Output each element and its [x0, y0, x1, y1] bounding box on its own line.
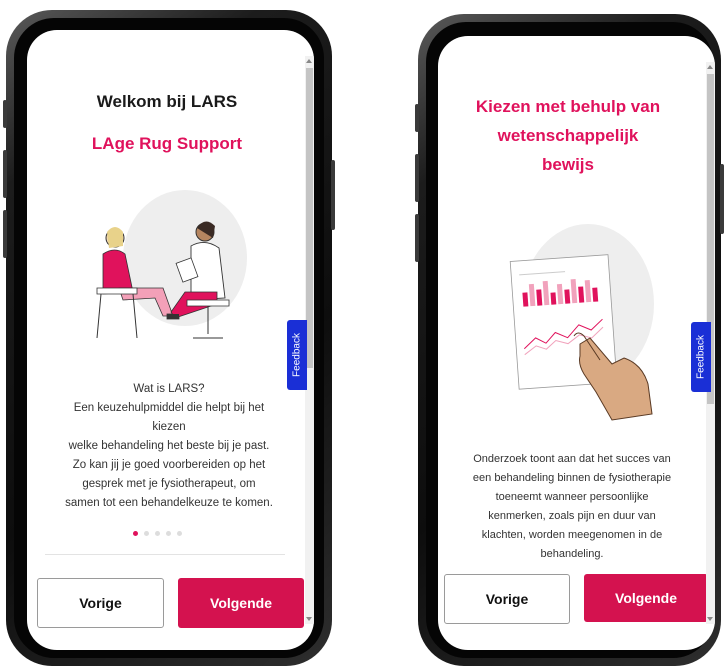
info-text-line: Onderzoek toont aan dat het succes van — [473, 453, 671, 465]
pagination-dot-active[interactable] — [133, 531, 138, 536]
phone-side-button — [3, 150, 7, 198]
page-title: Kiezen met behulp van wetenschappelijk b… — [438, 92, 698, 179]
phone-side-button — [415, 104, 419, 132]
prev-button[interactable]: Vorige — [444, 574, 570, 624]
scroll-down-arrow[interactable] — [707, 617, 713, 621]
next-button[interactable]: Volgende — [178, 578, 304, 628]
prev-button[interactable]: Vorige — [37, 578, 164, 628]
phone-side-button — [415, 154, 419, 202]
screen-right: Kiezen met behulp van wetenschappelijk b… — [438, 36, 715, 650]
phone-side-button — [3, 210, 7, 258]
info-text-line: klachten, worden meegenomen in de — [481, 529, 663, 541]
screen-left: Welkom bij LARS LAge Rug Support Wat is … — [27, 30, 314, 650]
consultation-illustration — [96, 190, 247, 339]
page-title: Welkom bij LARS — [96, 92, 238, 111]
phone-power-button — [331, 160, 335, 230]
intro-text-line: gesprek met je fysiotherapeut, om — [82, 478, 256, 490]
info-text-line: behandeling. — [540, 548, 604, 560]
divider — [45, 554, 285, 555]
feedback-tab[interactable]: Feedback — [691, 322, 711, 392]
info-text: Onderzoek toont aan dat het succes van e… — [440, 450, 704, 564]
page-title-line: Kiezen met behulp van — [475, 97, 661, 116]
pagination-dot[interactable] — [177, 531, 182, 536]
phone-side-button — [3, 100, 7, 128]
feedback-tab[interactable]: Feedback — [287, 320, 307, 390]
page-title-line: bewijs — [542, 155, 594, 174]
phone-power-button — [720, 164, 724, 234]
feedback-tab-label: Feedback — [291, 333, 303, 377]
next-button[interactable]: Volgende — [584, 574, 708, 622]
intro-text-line: Een keuzehulpmiddel die helpt bij het — [73, 402, 265, 414]
intro-text-line: welke behandeling het beste bij je past. — [68, 440, 270, 452]
feedback-tab-label: Feedback — [695, 335, 707, 379]
pagination-dot[interactable] — [144, 531, 149, 536]
page-title-line: wetenschappelijk — [497, 126, 639, 145]
scroll-down-arrow[interactable] — [306, 617, 312, 621]
pagination-dot[interactable] — [166, 531, 171, 536]
intro-text: Wat is LARS? Een keuzehulpmiddel die hel… — [31, 380, 307, 513]
pagination-dot[interactable] — [155, 531, 160, 536]
info-text-line: kenmerken, zoals pijn en duur van — [488, 510, 656, 522]
pagination-dots — [133, 531, 182, 536]
intro-text-line: kiezen — [152, 421, 186, 433]
chart-touch-illustration — [509, 224, 654, 421]
intro-text-line: samen tot een behandelkeuze te komen. — [65, 497, 273, 509]
page-subtitle: LAge Rug Support — [91, 134, 243, 153]
phone-side-button — [415, 214, 419, 262]
intro-text-line: Wat is LARS? — [133, 383, 205, 395]
scrollbar-thumb[interactable] — [306, 68, 313, 368]
scroll-up-arrow[interactable] — [306, 59, 312, 63]
scroll-up-arrow[interactable] — [707, 65, 713, 69]
info-text-line: een behandeling binnen de fysiotherapie — [472, 472, 672, 484]
info-text-line: toeneemt wanneer persoonlijke — [495, 491, 649, 503]
intro-text-line: Zo kan jij je goed voorbereiden op het — [72, 459, 266, 471]
